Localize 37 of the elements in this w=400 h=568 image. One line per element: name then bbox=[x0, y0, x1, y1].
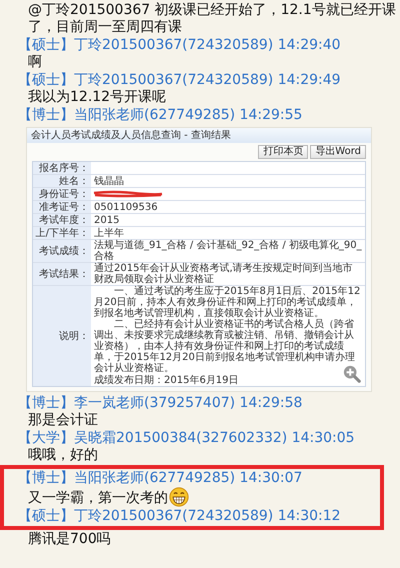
message-text: 腾讯是700吗 bbox=[28, 531, 111, 548]
message-header: 【博士】李一岚老师(379257407) 14:29:58 bbox=[18, 395, 304, 412]
message-header: 【硕士】丁玲201500367(724320589) 14:30:12 bbox=[18, 508, 342, 525]
message-header: 【硕士】丁玲201500367(724320589) 14:29:40 bbox=[18, 37, 342, 54]
message-text: 又一学霸，第一次考的 bbox=[28, 490, 168, 507]
note-paragraph: 一、通过考试的考生应于2015年8月1日后、2015年12月20日前，持本人有效身份证件和网上打印的考试成绩单，到报名地考试管理机构，直接领取会计从业资格证。 bbox=[94, 286, 362, 319]
field-label: 身份证号： bbox=[33, 188, 91, 200]
field-label: 考试成绩： bbox=[33, 240, 91, 262]
toolbar-button[interactable]: 打印本页 bbox=[258, 145, 308, 159]
grin-emoji-icon bbox=[169, 487, 189, 507]
message-text: 我以为12.12号开课呢 bbox=[28, 89, 166, 106]
page-title-bar: 会计人员考试成绩及人员信息查询 - 查询结果 bbox=[27, 128, 371, 143]
field-label: 考试结果： bbox=[33, 263, 91, 285]
message-header: 【博士】当阳张老师(627749285) 14:30:07 bbox=[18, 470, 304, 487]
message-header: 【硕士】丁玲201500367(724320589) 14:29:49 bbox=[18, 72, 342, 89]
field-label: 准考证号： bbox=[33, 201, 91, 213]
field-value: 0501109536 bbox=[94, 202, 159, 212]
note-paragraph: 二、已经持有会计从业资格证书的考试合格人员（跨省调出、未按要求完成继续教育或被注销、吊销、撤销会计从业资格），由本人持有效身份证件和网上打印的考试成绩单，于2015年12月20日前到报名地考试管理机构申请办理会计从业资格证。 bbox=[94, 319, 356, 374]
zoom-in-icon[interactable] bbox=[343, 365, 361, 383]
field-label: 考试年度： bbox=[33, 214, 91, 226]
field-label: 姓名： bbox=[33, 175, 91, 187]
message-text: @丁玲201500367 初级课已经开始了，12.1号就已经开课了，目前周一至周四有课 bbox=[28, 2, 397, 36]
field-value: 钱晶晶 bbox=[94, 176, 125, 186]
note-paragraph: 成绩发布日期：2015年6月19日 bbox=[94, 375, 240, 386]
message-text: 哦哦，好的 bbox=[28, 447, 98, 464]
field-value: 法规与道德_91_合格 / 会计基础_92_合格 / 初级电算化_90_合格 bbox=[94, 240, 362, 262]
field-value: 上半年 bbox=[94, 228, 125, 238]
message-header: 【大学】吴晓霜201500384(327602332) 14:30:05 bbox=[18, 430, 356, 447]
message-text: 啊 bbox=[28, 54, 42, 71]
field-label: 说明： bbox=[33, 286, 91, 386]
toolbar-button[interactable]: 导出Word bbox=[310, 145, 366, 159]
field-label: 上/下半年： bbox=[33, 227, 91, 239]
field-value: 通过2015年会计从业资格考试,请考生按规定时间到当地市财政局领取会计从业资格证 bbox=[94, 263, 354, 285]
message-text: 那是会计证 bbox=[28, 412, 98, 429]
field-value: 2015 bbox=[94, 214, 120, 226]
message-header: 【博士】当阳张老师(627749285) 14:29:55 bbox=[18, 107, 304, 124]
field-label: 报名序号： bbox=[33, 162, 91, 174]
